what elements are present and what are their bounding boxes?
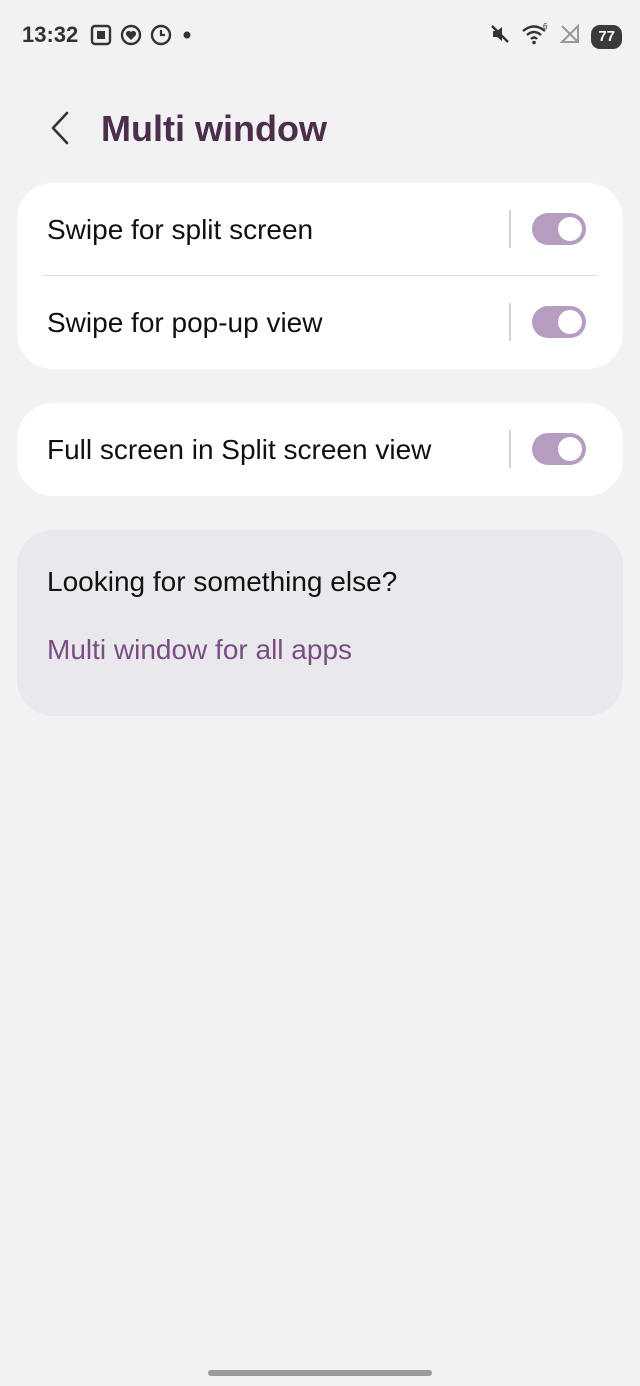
divider bbox=[509, 430, 511, 468]
divider bbox=[509, 303, 511, 341]
app-header: Multi window bbox=[0, 96, 640, 166]
suggestions-card: Looking for something else? Multi window… bbox=[17, 530, 623, 716]
mute-icon bbox=[489, 23, 511, 50]
settings-card-gestures: Swipe for split screen Swipe for pop-up … bbox=[17, 183, 623, 369]
status-time: 13:32 bbox=[22, 22, 79, 47]
wifi-icon: 6 bbox=[521, 22, 549, 51]
multi-window-all-apps-link[interactable]: Multi window for all apps bbox=[47, 634, 352, 666]
home-indicator[interactable] bbox=[208, 1370, 432, 1376]
settings-card-fullscreen: Full screen in Split screen view bbox=[17, 403, 623, 496]
full-screen-split-view-toggle[interactable] bbox=[532, 433, 586, 465]
health-icon bbox=[120, 24, 142, 51]
dot-icon bbox=[180, 24, 194, 51]
setting-label: Full screen in Split screen view bbox=[47, 433, 432, 465]
toggle-knob bbox=[558, 437, 582, 461]
status-right-icons: 6 77 bbox=[489, 22, 622, 51]
swipe-split-screen-toggle[interactable] bbox=[532, 213, 586, 245]
toggle-knob bbox=[558, 217, 582, 241]
toggle-knob bbox=[558, 310, 582, 334]
setting-full-screen-split-view[interactable]: Full screen in Split screen view bbox=[17, 403, 623, 496]
setting-label: Swipe for split screen bbox=[47, 213, 314, 245]
status-bar: 13:32 6 77 bbox=[0, 0, 640, 72]
status-left-icons bbox=[90, 24, 194, 51]
no-signal-icon bbox=[559, 23, 581, 50]
setting-swipe-split-screen[interactable]: Swipe for split screen bbox=[17, 183, 623, 276]
page-title: Multi window bbox=[101, 108, 327, 149]
clock-icon bbox=[150, 24, 172, 51]
svg-text:6: 6 bbox=[543, 22, 548, 31]
setting-swipe-popup-view[interactable]: Swipe for pop-up view bbox=[17, 276, 623, 369]
battery-level: 77 bbox=[591, 24, 622, 49]
swipe-popup-view-toggle[interactable] bbox=[532, 306, 586, 338]
suggestions-title: Looking for something else? bbox=[47, 566, 398, 597]
chevron-left-icon bbox=[49, 111, 71, 150]
back-button[interactable] bbox=[40, 108, 80, 152]
screenshot-icon bbox=[90, 24, 112, 51]
divider bbox=[509, 210, 511, 248]
setting-label: Swipe for pop-up view bbox=[47, 306, 323, 338]
